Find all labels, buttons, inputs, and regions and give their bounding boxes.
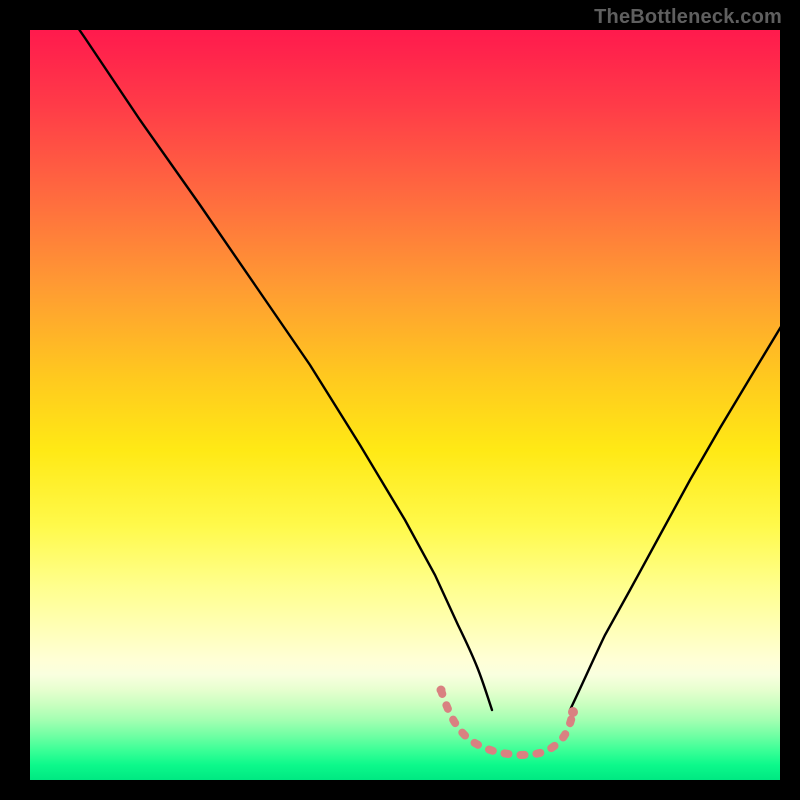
optimal-zone-highlight — [441, 690, 573, 755]
watermark-text: TheBottleneck.com — [594, 6, 782, 29]
curve-layer — [30, 30, 780, 780]
plot-area — [30, 30, 780, 780]
chart-frame: TheBottleneck.com — [0, 0, 800, 800]
bottleneck-curve-right — [570, 325, 780, 710]
optimal-zone-end-dot-left — [437, 686, 446, 695]
bottleneck-curve-left — [52, 30, 492, 710]
optimal-zone-end-dot-right — [568, 707, 578, 717]
